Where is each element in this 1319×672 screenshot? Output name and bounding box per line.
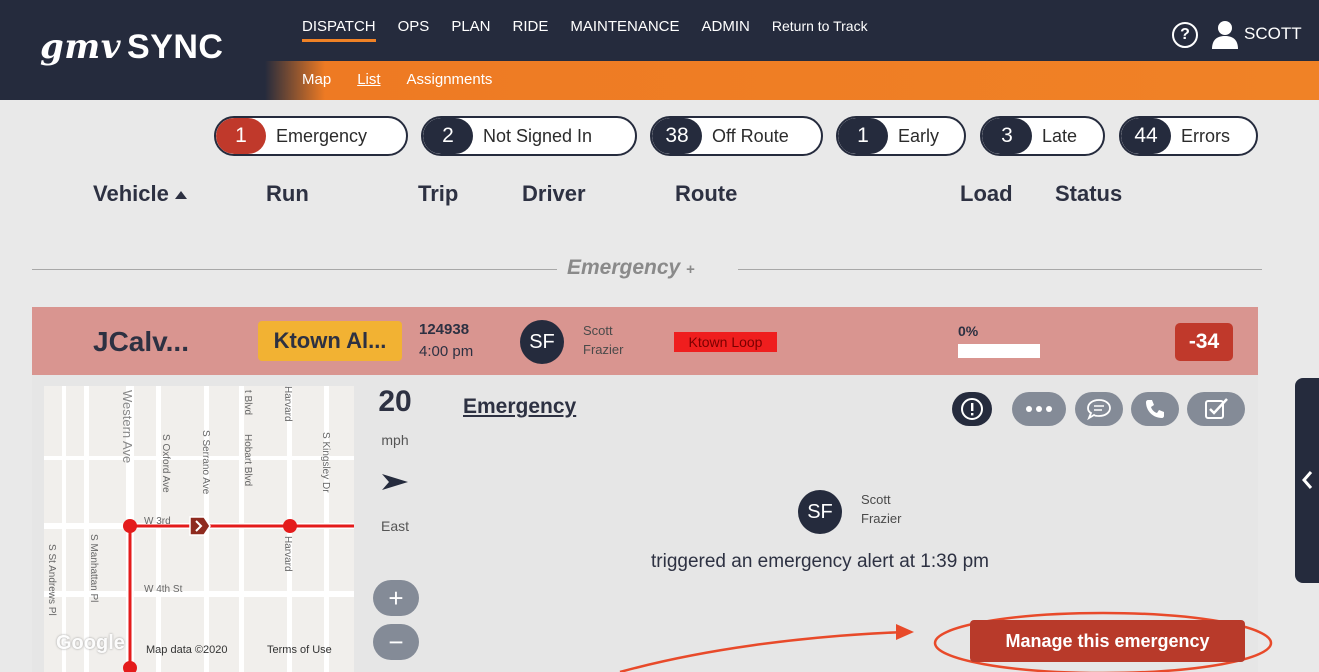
filter-off-route[interactable]: 38 Off Route [650,116,823,156]
driver-name: Scott Frazier [583,323,624,357]
filter-not-signed-in[interactable]: 2 Not Signed In [421,116,637,156]
pill-count: 3 [982,118,1032,154]
phone-icon[interactable] [1131,392,1179,426]
chevron-left-icon [1302,471,1313,489]
map-data-credit: Map data ©2020 [146,644,228,656]
sub-nav: Map List Assignments [302,71,492,88]
pill-label: Late [1042,125,1078,146]
heading-direction: East [380,518,409,534]
mini-map[interactable]: Western Ave S Oxford Ave S Serrano Ave H… [44,386,354,672]
pill-count: 1 [216,118,266,154]
load-percent: 0% [958,323,979,339]
trip-number: 124938 [419,321,470,338]
street-label: Western Ave [120,390,135,464]
vehicle-id: JCalv... [93,326,189,357]
filter-emergency[interactable]: 1 Emergency [214,116,408,156]
speed-value: 20 [378,385,412,418]
pill-count: 2 [423,118,473,154]
detail-title: Emergency [463,395,577,418]
street-label: S St Andrews Pl [46,544,57,616]
street-label: S Serrano Ave [200,430,211,495]
app-logo[interactable]: gmv SYNC [40,27,223,67]
pill-label: Errors [1181,125,1230,146]
filter-late[interactable]: 3 Late [980,116,1105,156]
emergency-message: triggered an emergency alert at 1:39 pm [651,551,989,572]
column-load[interactable]: Load [960,181,1013,207]
pill-count: 44 [1121,118,1171,154]
filter-errors[interactable]: 44 Errors [1119,116,1258,156]
street-label: W 3rd [144,516,171,527]
trip-time: 4:00 pm [419,343,474,360]
zoom-in-button[interactable]: + [373,580,419,616]
pill-label: Off Route [712,125,789,146]
map-canvas [44,386,354,672]
street-label: S Manhattan Pl [88,534,99,603]
driver-avatar: SF [520,320,564,364]
street-label: S Kingsley Dr [320,432,331,493]
section-emergency-toggle[interactable]: Emergency + [567,256,695,280]
heading-arrow-icon [382,474,408,490]
side-panel-toggle[interactable] [1295,378,1319,583]
column-driver[interactable]: Driver [522,181,586,207]
subnav-assignments[interactable]: Assignments [407,71,493,88]
emergency-driver-avatar: SF [798,490,842,534]
speed-unit: mph [381,432,409,448]
status-badge: -34 [1175,323,1233,361]
pill-count: 1 [838,118,888,154]
chat-icon[interactable] [1075,392,1123,426]
more-icon[interactable] [1012,392,1066,426]
emergency-driver-name: Scott Frazier [861,492,902,526]
street-label: Harvard [282,386,293,422]
pill-label: Early [898,125,940,146]
nav-return-to-track[interactable]: Return to Track [772,18,868,42]
street-label: S Oxford Ave [160,434,171,493]
nav-ride[interactable]: RIDE [513,18,549,42]
street-label: W 4th St [144,584,183,595]
sort-ascending-icon [174,191,187,200]
nav-dispatch[interactable]: DISPATCH [302,18,376,42]
pill-label: Emergency [276,125,368,146]
vehicle-row[interactable] [32,307,1258,375]
subnav-list[interactable]: List [357,71,380,88]
street-label: Hobart Blvd [242,434,253,487]
map-terms-link[interactable]: Terms of Use [267,644,332,656]
street-label: t Blvd [242,390,253,416]
section-divider-right [738,269,1262,270]
subnav-map[interactable]: Map [302,71,331,88]
alert-icon[interactable] [952,392,992,426]
load-bar [958,344,1040,358]
nav-ops[interactable]: OPS [398,18,430,42]
google-logo: Google [56,632,125,654]
column-trip[interactable]: Trip [418,181,458,207]
pill-label: Not Signed In [483,125,593,146]
zoom-out-button[interactable]: − [373,624,419,660]
user-name[interactable]: SCOTT [1244,24,1302,44]
pill-count: 38 [652,118,702,154]
checklist-icon[interactable] [1187,392,1245,426]
filter-early[interactable]: 1 Early [836,116,966,156]
column-route[interactable]: Route [675,181,737,207]
top-nav: DISPATCH OPS PLAN RIDE MAINTENANCE ADMIN… [302,18,868,42]
column-vehicle[interactable]: Vehicle [93,181,187,207]
street-label: Harvard [282,536,293,572]
nav-maintenance[interactable]: MAINTENANCE [570,18,679,42]
nav-plan[interactable]: PLAN [451,18,490,42]
help-icon[interactable]: ? [1172,22,1198,48]
user-icon[interactable] [1210,19,1240,49]
nav-admin[interactable]: ADMIN [702,18,750,42]
run-badge: Ktown Al... [258,321,402,361]
manage-emergency-button[interactable]: Manage this emergency [970,620,1245,662]
section-divider-left [32,269,557,270]
expand-icon: + [686,261,695,278]
column-status[interactable]: Status [1055,181,1122,207]
column-run[interactable]: Run [266,181,309,207]
route-badge: Ktown Loop [674,332,777,352]
